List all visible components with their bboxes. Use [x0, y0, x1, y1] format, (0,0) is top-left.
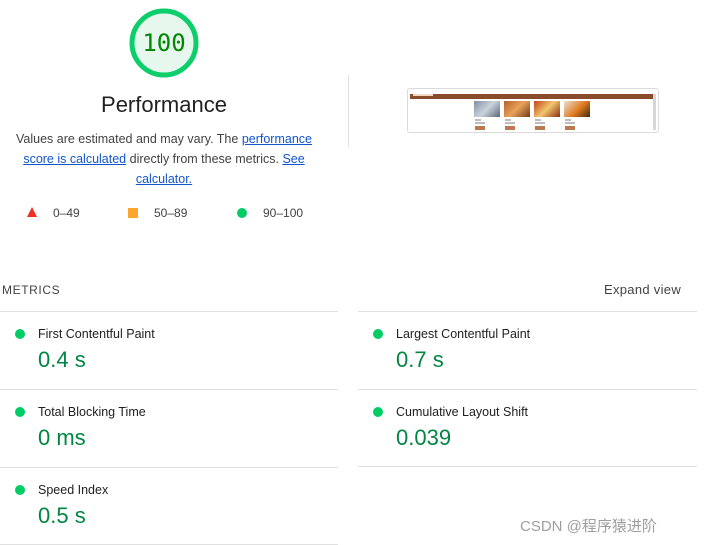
metric-divider: [358, 466, 697, 467]
expand-view-toggle[interactable]: Expand view: [604, 282, 681, 297]
thumbnail-button: [565, 126, 575, 130]
legend-label: 50–89: [154, 206, 188, 220]
metric-speed-index: Speed Index 0.5 s: [0, 467, 338, 545]
thumbnail-text: [565, 122, 575, 124]
metric-title: Largest Contentful Paint: [396, 327, 531, 341]
thumbnail-food-image: [534, 101, 560, 117]
thumbnail-text: [565, 119, 571, 121]
fail-triangle-icon: [27, 207, 37, 217]
thumbnail-food-image: [564, 101, 590, 117]
vertical-divider: [348, 75, 349, 147]
pass-circle-icon: [15, 329, 25, 339]
thumbnail-food-image: [504, 101, 530, 117]
metric-title: Total Blocking Time: [38, 405, 146, 419]
metric-value: 0.7 s: [396, 347, 444, 372]
score-value: 100: [142, 29, 186, 57]
description-text-mid: directly from these metrics.: [126, 152, 283, 166]
pass-circle-icon: [373, 407, 383, 417]
pass-circle-icon: [237, 208, 247, 218]
metric-title: Speed Index: [38, 483, 109, 497]
thumbnail-header-text: [413, 94, 433, 96]
thumbnail-text: [475, 119, 481, 121]
metric-largest-contentful-paint: Largest Contentful Paint 0.7 s: [358, 311, 697, 389]
description-text: Values are estimated and may vary. The: [16, 132, 242, 146]
thumbnail-text: [505, 119, 511, 121]
thumbnail-button: [475, 126, 485, 130]
metric-title: First Contentful Paint: [38, 327, 155, 341]
legend-label: 0–49: [53, 206, 80, 220]
thumbnail-scrollbar: [653, 94, 656, 130]
metric-cumulative-layout-shift: Cumulative Layout Shift 0.039: [358, 389, 697, 467]
metric-total-blocking-time: Total Blocking Time 0 ms: [0, 389, 338, 467]
legend-label: 90–100: [263, 206, 304, 220]
pass-circle-icon: [373, 329, 383, 339]
score-description: Values are estimated and may vary. The p…: [6, 129, 322, 189]
pass-circle-icon: [15, 407, 25, 417]
thumbnail-text: [535, 122, 545, 124]
thumbnail-button: [505, 126, 515, 130]
metric-value: 0.4 s: [38, 347, 86, 372]
metric-title: Cumulative Layout Shift: [396, 405, 529, 419]
watermark-text: CSDN @程序猿进阶: [520, 518, 657, 535]
final-screenshot-thumbnail[interactable]: [407, 88, 659, 133]
category-title: Performance: [101, 92, 227, 117]
thumbnail-button: [535, 126, 545, 130]
metric-value: 0.5 s: [38, 503, 86, 528]
metric-value: 0 ms: [38, 425, 86, 450]
thumbnail-header-bar: [410, 94, 654, 99]
performance-score-gauge: 100: [128, 7, 200, 79]
metrics-section-label: METRICS: [2, 283, 61, 297]
pass-circle-icon: [15, 485, 25, 495]
thumbnail-food-image: [474, 101, 500, 117]
thumbnail-text: [535, 119, 541, 121]
thumbnail-text: [505, 122, 515, 124]
average-square-icon: [128, 208, 138, 218]
metric-value: 0.039: [396, 425, 452, 450]
thumbnail-text: [475, 122, 485, 124]
metric-first-contentful-paint: First Contentful Paint 0.4 s: [0, 311, 338, 389]
